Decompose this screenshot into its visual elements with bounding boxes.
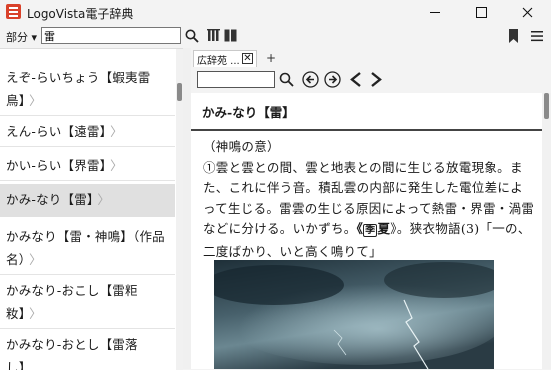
list-item[interactable]: かみなり‐おとし【雷落 し】: [0, 329, 175, 370]
chevron-right-icon: 〉: [29, 93, 42, 108]
chevron-right-icon: 〉: [29, 252, 42, 267]
panel-layout-icon[interactable]: [224, 29, 237, 42]
title-bar: LogoVista電子辞典: [0, 0, 551, 24]
close-button[interactable]: [504, 0, 550, 24]
window-title: LogoVista電子辞典: [27, 7, 134, 21]
entry-toolbar: [191, 67, 551, 93]
close-tab-icon[interactable]: ✕: [242, 53, 253, 64]
season-label: 夏: [377, 221, 391, 236]
entry-definition: （神鳴の意） ①雲と雲との間、雲と地表との間に生じる放電現象。また、これに伴う音…: [203, 139, 535, 259]
pane-splitter[interactable]: [183, 48, 191, 369]
chevron-right-icon: 〉: [97, 192, 111, 207]
previous-entry-icon[interactable]: [349, 71, 363, 88]
result-list: えぞ‐らいちょう【蝦夷雷 鳥】〉 えん‐らい【遠雷】〉 かい‐らい【界雷】〉 か…: [0, 48, 183, 370]
chevron-right-icon: 〉: [110, 124, 123, 139]
search-icon[interactable]: [279, 72, 294, 87]
list-item[interactable]: えん‐らい【遠雷】〉: [0, 116, 175, 147]
tab-koujien[interactable]: 広辞苑 ... ✕: [193, 50, 257, 67]
list-item[interactable]: かい‐らい【界雷】〉: [0, 150, 175, 181]
hamburger-menu-icon[interactable]: [530, 29, 544, 43]
etymology-note: （神鳴の意）: [203, 139, 280, 154]
list-scrollbar[interactable]: [176, 49, 183, 370]
maximize-icon: [475, 6, 487, 18]
dictionary-books-icon[interactable]: [207, 29, 220, 42]
close-icon: [522, 7, 532, 17]
lightning-photo: [214, 260, 494, 369]
minimize-icon: [430, 11, 440, 13]
back-circle-icon[interactable]: [302, 71, 319, 88]
search-toolbar: 部分 ▾: [0, 24, 551, 48]
search-icon[interactable]: [185, 29, 199, 43]
minimize-button[interactable]: [412, 0, 458, 24]
search-mode-dropdown[interactable]: 部分 ▾: [6, 29, 37, 45]
chevron-right-icon: 〉: [110, 158, 123, 173]
scrollbar-thumb[interactable]: [177, 83, 182, 101]
bookmark-icon[interactable]: [508, 29, 519, 43]
season-word-badge: 季: [363, 224, 378, 237]
app-icon: [6, 4, 21, 19]
list-item-selected[interactable]: かみ‐なり【雷】〉: [0, 184, 175, 217]
entry-scrollbar[interactable]: [542, 93, 551, 369]
forward-circle-icon[interactable]: [324, 71, 341, 88]
chevron-right-icon: 〉: [29, 306, 42, 321]
maximize-button[interactable]: [458, 0, 504, 24]
entry-headword: かみ‐なり【雷】: [202, 105, 295, 120]
new-tab-button[interactable]: +: [266, 51, 276, 65]
list-item[interactable]: えぞ‐らいちょう【蝦夷雷 鳥】〉: [0, 62, 175, 116]
find-in-entry-input[interactable]: [197, 71, 275, 88]
scrollbar-thumb[interactable]: [544, 93, 549, 119]
list-item[interactable]: かみなり‐おこし【雷粔 籹】〉: [0, 275, 175, 329]
entry-content: かみ‐なり【雷】 （神鳴の意） ①雲と雲との間、雲と地表との間に生じる放電現象。…: [191, 93, 542, 369]
headword-divider: [191, 129, 542, 131]
next-entry-icon[interactable]: [369, 71, 383, 88]
search-input[interactable]: [41, 27, 181, 44]
list-item[interactable]: かみなり【雷・神鳴】（作品 名）〉: [0, 221, 175, 275]
